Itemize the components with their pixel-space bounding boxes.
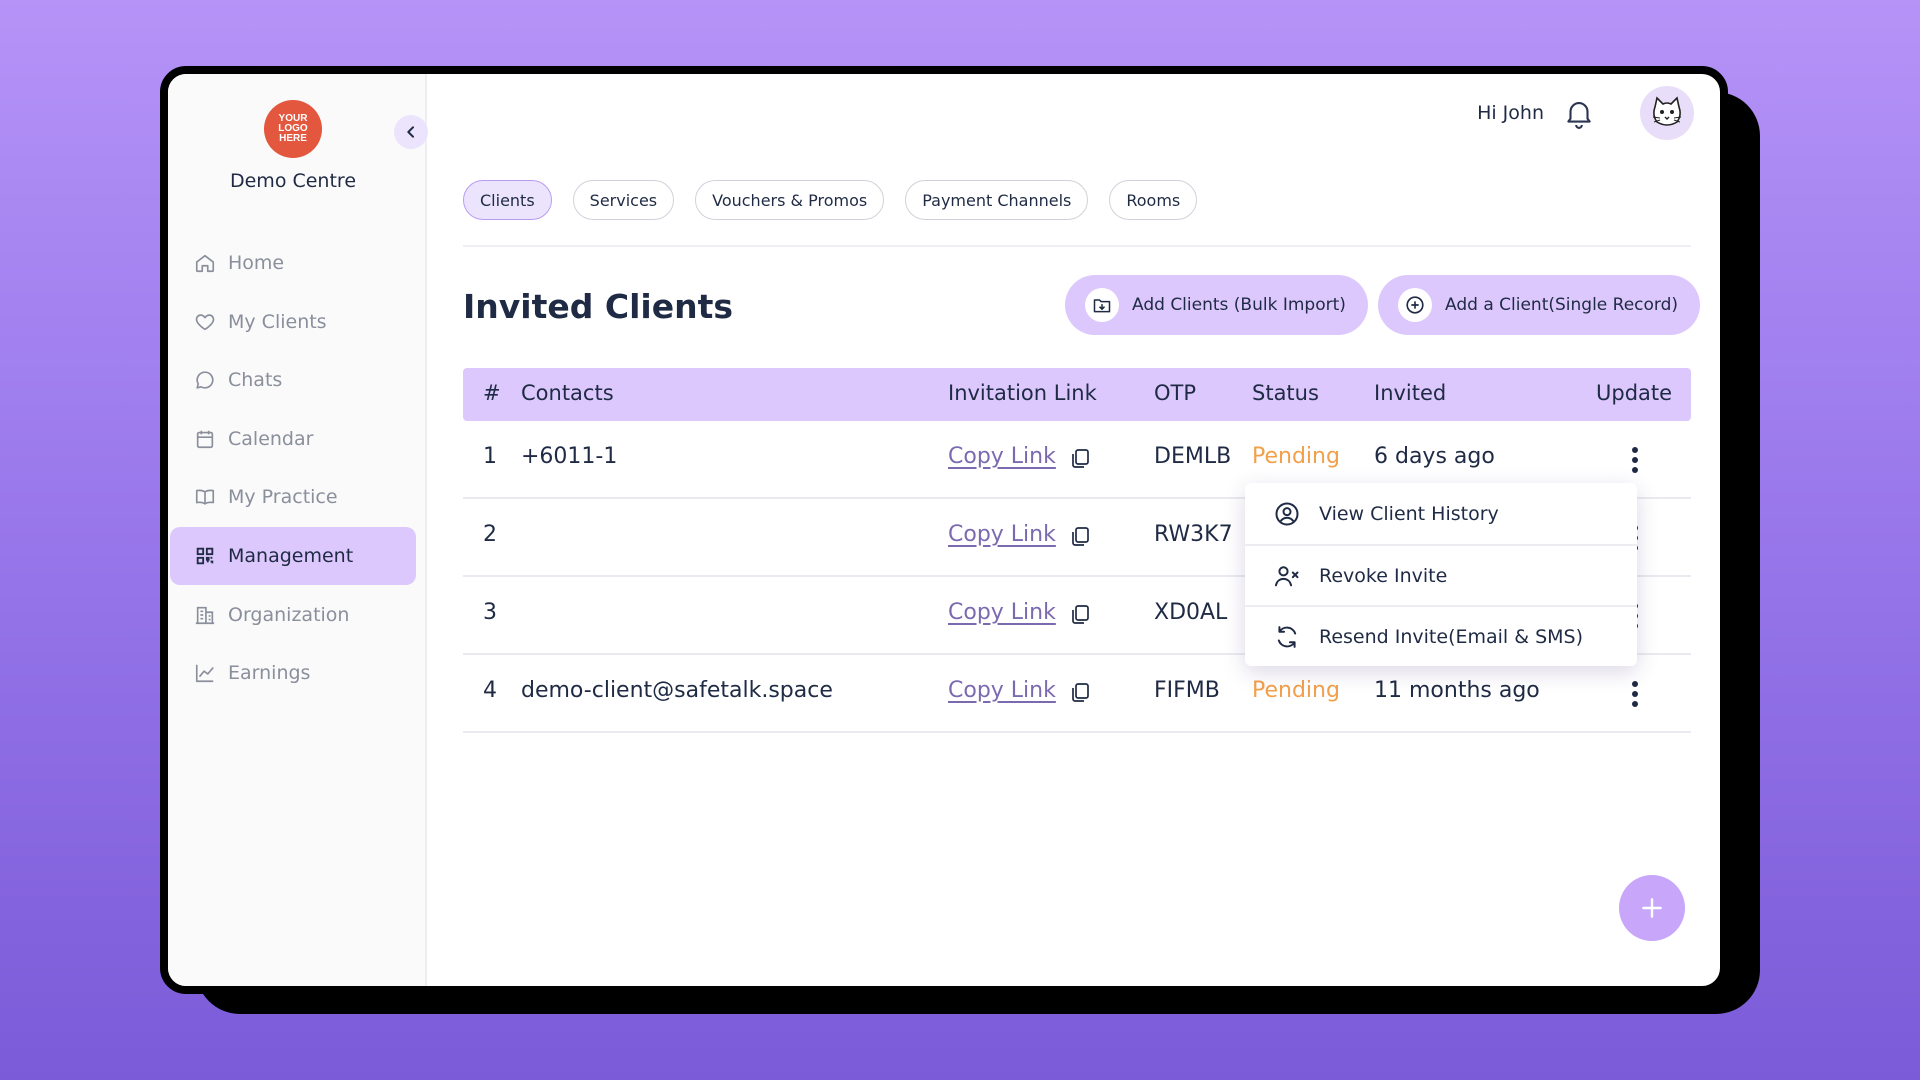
- column-header-invited: Invited: [1374, 381, 1447, 405]
- column-header-status: Status: [1252, 381, 1319, 405]
- sidebar-item-chats[interactable]: Chats: [170, 351, 416, 409]
- sidebar-item-label: Calendar: [228, 427, 314, 450]
- avatar[interactable]: [1640, 86, 1694, 140]
- add-clients-bulk-import-button[interactable]: Add Clients (Bulk Import): [1065, 275, 1368, 335]
- otp-code: RW3K7: [1154, 522, 1233, 547]
- table-header: # Contacts Invitation Link OTP Status In…: [463, 368, 1691, 421]
- otp-code: FIFMB: [1154, 678, 1220, 703]
- copy-link[interactable]: Copy Link: [948, 522, 1056, 547]
- tab-rooms[interactable]: Rooms: [1109, 180, 1198, 220]
- plus-circle-icon: [1398, 288, 1432, 322]
- single-record-label: Add a Client(Single Record): [1445, 295, 1679, 315]
- home-icon: [195, 254, 215, 273]
- user-circle-icon: [1275, 502, 1299, 525]
- column-header-number: #: [483, 381, 501, 405]
- sidebar: YOUR LOGO HERE Demo Centre Home My Clien…: [168, 74, 427, 986]
- status-badge: Pending: [1252, 444, 1340, 469]
- invited-time: 6 days ago: [1374, 444, 1495, 469]
- building-icon: [195, 606, 215, 624]
- bell-icon[interactable]: [1562, 95, 1596, 131]
- more-vertical-icon[interactable]: [1630, 445, 1640, 475]
- sidebar-item-label: My Practice: [228, 486, 338, 509]
- centre-logo[interactable]: YOUR LOGO HERE: [264, 100, 322, 158]
- column-header-invitation-link: Invitation Link: [948, 381, 1097, 405]
- book-icon: [195, 489, 215, 506]
- tab-clients[interactable]: Clients: [463, 180, 552, 220]
- copy-link[interactable]: Copy Link: [948, 444, 1056, 469]
- sidebar-item-organization[interactable]: Organization: [170, 586, 416, 644]
- resend-invite-item[interactable]: Resend Invite(Email & SMS): [1245, 605, 1637, 666]
- column-header-contacts: Contacts: [521, 381, 614, 405]
- menu-item-label: View Client History: [1319, 502, 1499, 525]
- more-vertical-icon[interactable]: [1630, 679, 1640, 709]
- otp-code: DEMLB: [1154, 444, 1232, 469]
- row-number: 4: [483, 678, 497, 703]
- floating-add-button[interactable]: [1619, 875, 1685, 941]
- row-number: 1: [483, 444, 497, 469]
- sidebar-item-home[interactable]: Home: [170, 234, 416, 292]
- chat-bubble-icon: [196, 371, 214, 389]
- copy-icon[interactable]: [1068, 602, 1092, 626]
- contact: +6011-1: [521, 444, 618, 469]
- row-number: 3: [483, 600, 497, 625]
- contact: demo-client@safetalk.space: [521, 678, 833, 703]
- copy-icon[interactable]: [1068, 680, 1092, 704]
- greeting: Hi John: [1477, 102, 1544, 124]
- sidebar-item-label: Organization: [228, 603, 350, 626]
- add-client-single-record-button[interactable]: Add a Client(Single Record): [1378, 275, 1701, 335]
- sidebar-item-management[interactable]: Management: [170, 526, 416, 585]
- tab-vouchers-promos[interactable]: Vouchers & Promos: [695, 180, 885, 220]
- sidebar-item-earnings[interactable]: Earnings: [170, 644, 416, 702]
- tab-services[interactable]: Services: [572, 180, 675, 220]
- otp-code: XD0AL: [1154, 600, 1228, 625]
- status-badge: Pending: [1252, 678, 1340, 703]
- table-row: 4 demo-client@safetalk.space Copy Link F…: [463, 655, 1691, 733]
- column-header-update: Update: [1596, 381, 1673, 405]
- sidebar-item-label: My Clients: [228, 310, 327, 333]
- sidebar-item-label: Earnings: [228, 662, 311, 685]
- grid-icon: [196, 547, 214, 565]
- cat-avatar-icon: [1652, 96, 1682, 126]
- copy-icon[interactable]: [1068, 524, 1092, 548]
- calendar-icon: [196, 430, 214, 448]
- management-tabs: Clients Services Vouchers & Promos Payme…: [463, 180, 1218, 220]
- sidebar-item-my-practice[interactable]: My Practice: [170, 468, 416, 526]
- app-window: YOUR LOGO HERE Demo Centre Home My Clien…: [160, 66, 1728, 994]
- plus-icon: [1642, 898, 1662, 918]
- copy-link[interactable]: Copy Link: [948, 600, 1056, 625]
- revoke-invite-item[interactable]: Revoke Invite: [1245, 544, 1637, 605]
- page-title: Invited Clients: [463, 287, 733, 326]
- tab-payment-channels[interactable]: Payment Channels: [905, 180, 1089, 220]
- row-actions-menu: View Client History Revoke Invite Resend…: [1245, 483, 1637, 666]
- collapse-sidebar-button[interactable]: [394, 115, 428, 149]
- user-remove-icon: [1274, 565, 1299, 586]
- row-number: 2: [483, 522, 497, 547]
- sidebar-item-label: Management: [228, 544, 354, 567]
- refresh-icon: [1277, 625, 1297, 648]
- centre-name: Demo Centre: [229, 170, 357, 192]
- copy-icon[interactable]: [1068, 446, 1092, 470]
- invited-time: 11 months ago: [1374, 678, 1540, 703]
- sidebar-item-my-clients[interactable]: My Clients: [170, 293, 416, 351]
- sidebar-item-calendar[interactable]: Calendar: [170, 410, 416, 468]
- sidebar-item-label: Chats: [228, 369, 283, 392]
- heart-icon: [195, 313, 215, 330]
- folder-download-icon: [1085, 288, 1119, 322]
- column-header-otp: OTP: [1154, 381, 1197, 405]
- menu-item-label: Resend Invite(Email & SMS): [1319, 625, 1584, 648]
- sidebar-nav: Home My Clients Chats Calendar My Practi…: [170, 234, 416, 703]
- chevron-left-icon: [407, 126, 414, 138]
- tabs-divider: [463, 245, 1691, 247]
- line-chart-icon: [195, 664, 214, 683]
- bulk-import-label: Add Clients (Bulk Import): [1132, 295, 1346, 315]
- sidebar-item-label: Home: [228, 252, 285, 274]
- copy-link[interactable]: Copy Link: [948, 678, 1056, 703]
- menu-item-label: Revoke Invite: [1319, 564, 1448, 587]
- header-user-area: Hi John: [1477, 86, 1694, 140]
- view-client-history-item[interactable]: View Client History: [1245, 483, 1637, 544]
